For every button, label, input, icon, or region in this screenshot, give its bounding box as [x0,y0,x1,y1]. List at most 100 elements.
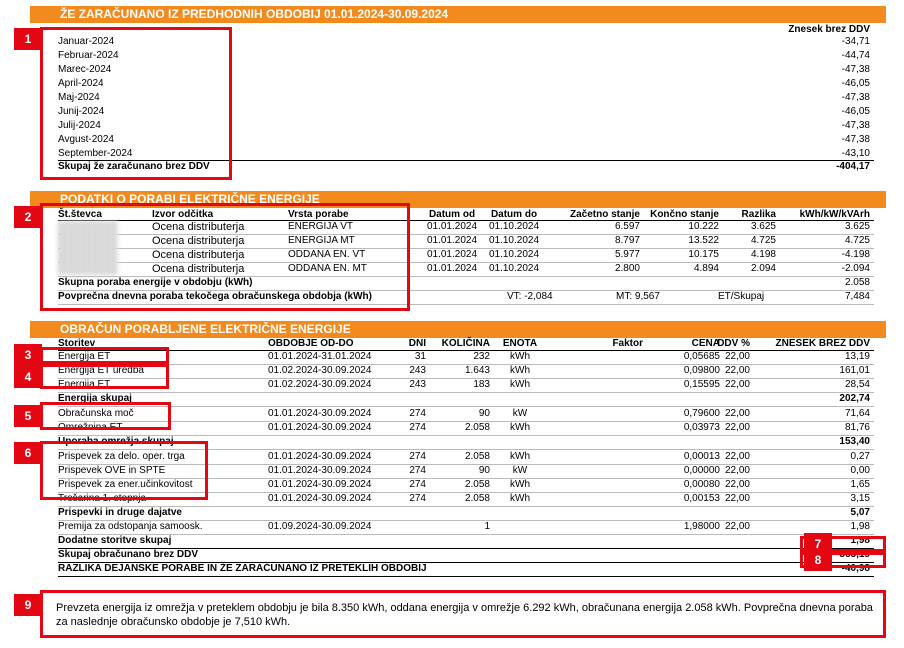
service-period: 01.01.2024-30.09.2024 [268,465,372,476]
divider [58,576,874,577]
month-amount: -47,38 [841,120,870,131]
service-period: 01.01.2024-30.09.2024 [268,493,372,504]
badge-6: 6 [14,442,42,464]
service-amount: 0,00 [850,465,870,476]
service-unit: kWh [510,379,530,390]
service-quantity: 2.058 [464,422,490,433]
end-reading: 13.522 [688,235,719,246]
month-amount: -47,38 [841,64,870,75]
difference: 3.625 [750,221,776,232]
service-amount: 0,27 [850,451,870,462]
service-quantity: 183 [473,379,490,390]
service-vat: 22,00 [724,521,750,532]
divider [58,392,874,393]
date-to: 01.10.2024 [488,249,540,260]
service-period: 01.09.2024-30.09.2024 [268,521,372,532]
service-vat: 22,00 [724,365,750,376]
kwh-value: 4.725 [844,235,870,246]
service-price: 0,03973 [683,422,720,433]
difference-label: RAZLIKA DEJANSKE PORABE IN ŽE ZARAČUNANO… [58,563,427,574]
month-amount: -46,05 [841,78,870,89]
date-to: 01.10.2024 [488,263,540,274]
month-amount: -47,38 [841,134,870,145]
grand-total-label: Skupaj obračunano brez DDV [58,549,199,560]
annotation-box-5 [40,402,171,430]
section-header-billing: OBRAČUN PORABLJENE ELEKTRIČNE ENERGIJE [30,321,886,338]
annotation-box-4 [40,364,169,389]
service-days: 243 [409,379,426,390]
badge-2: 2 [14,206,42,228]
end-reading: 4.894 [693,263,719,274]
service-unit: kWh [510,479,530,490]
service-quantity: 1 [484,521,490,532]
badge-4: 4 [14,366,42,388]
service-price: 0,00000 [683,465,720,476]
service-vat: 22,00 [724,451,750,462]
badge-1: 1 [14,28,42,50]
service-vat: 22,00 [724,493,750,504]
annotation-box-1 [40,27,232,180]
service-price: 0,00153 [683,493,720,504]
avg-mt: MT: 9,567 [616,291,660,302]
service-quantity: 90 [478,465,490,476]
month-amount: -44,74 [841,50,870,61]
badge-3: 3 [14,344,42,366]
service-quantity: 1.643 [464,365,490,376]
total-value: -404,17 [836,161,870,172]
end-reading: 10.222 [688,221,719,232]
month-amount: -46,05 [841,106,870,117]
avg-vt: VT: -2,084 [507,291,553,302]
badge-9: 9 [14,594,42,616]
date-from: 01.01.2024 [426,235,478,246]
kwh-value: -2.094 [841,263,870,274]
column-header-ddv: DDV % [717,338,750,349]
column-header-enota: ENOTA [502,338,538,349]
kwh-value: 3.625 [844,221,870,232]
column-header-znesek: ZNESEK BREZ DDV [775,338,870,349]
additional-subtotal-label: Dodatne storitve skupaj [58,535,172,546]
service-amount: 161,01 [839,365,870,376]
avg-value: 7,484 [844,291,870,302]
service-price: 0,00080 [683,479,720,490]
contributions-subtotal-value: 5,07 [850,507,870,518]
service-period: 01.01.2024-31.01.2024 [268,351,372,362]
service-amount: 1,65 [850,479,870,490]
service-period: 01.01.2024-30.09.2024 [268,422,372,433]
badge-8: 8 [804,549,832,571]
date-from: 01.01.2024 [426,221,478,232]
month-amount: -43,10 [841,148,870,159]
service-period: 01.02.2024-30.09.2024 [268,379,372,390]
service-days: 274 [409,479,426,490]
service-unit: kW [512,408,528,419]
avg-et-label: ET/Skupaj [718,291,765,302]
end-reading: 10.175 [688,249,719,260]
difference: 4.725 [750,235,776,246]
service-vat: 22,00 [724,465,750,476]
service-quantity: 2.058 [464,493,490,504]
network-subtotal-value: 153,40 [839,436,870,447]
section-header-prior-billing: ŽE ZARAČUNANO IZ PREDHODNIH OBDOBIJ 01.0… [30,6,886,23]
divider [58,406,874,407]
service-period: 01.01.2024-30.09.2024 [268,451,372,462]
service-price: 1,98000 [683,521,720,532]
divider [58,534,874,535]
service-days: 31 [414,351,426,362]
service-days: 274 [409,422,426,433]
service-quantity: 2.058 [464,451,490,462]
service-unit: kWh [510,451,530,462]
divider [58,435,874,436]
service-vat: 22,00 [724,379,750,390]
service-price: 0,05685 [683,351,720,362]
service-days: 274 [409,465,426,476]
badge-5: 5 [14,405,42,427]
service-unit: kW [512,465,528,476]
date-from: 01.01.2024 [426,249,478,260]
service-period: 01.01.2024-30.09.2024 [268,479,372,490]
service-price: 0,09800 [683,365,720,376]
service-amount: 81,76 [844,422,870,433]
date-to: 01.10.2024 [488,221,540,232]
service-unit: kWh [510,422,530,433]
annotation-box-2 [40,203,410,311]
start-reading: 2.800 [614,263,640,274]
service-amount: 3,15 [850,493,870,504]
